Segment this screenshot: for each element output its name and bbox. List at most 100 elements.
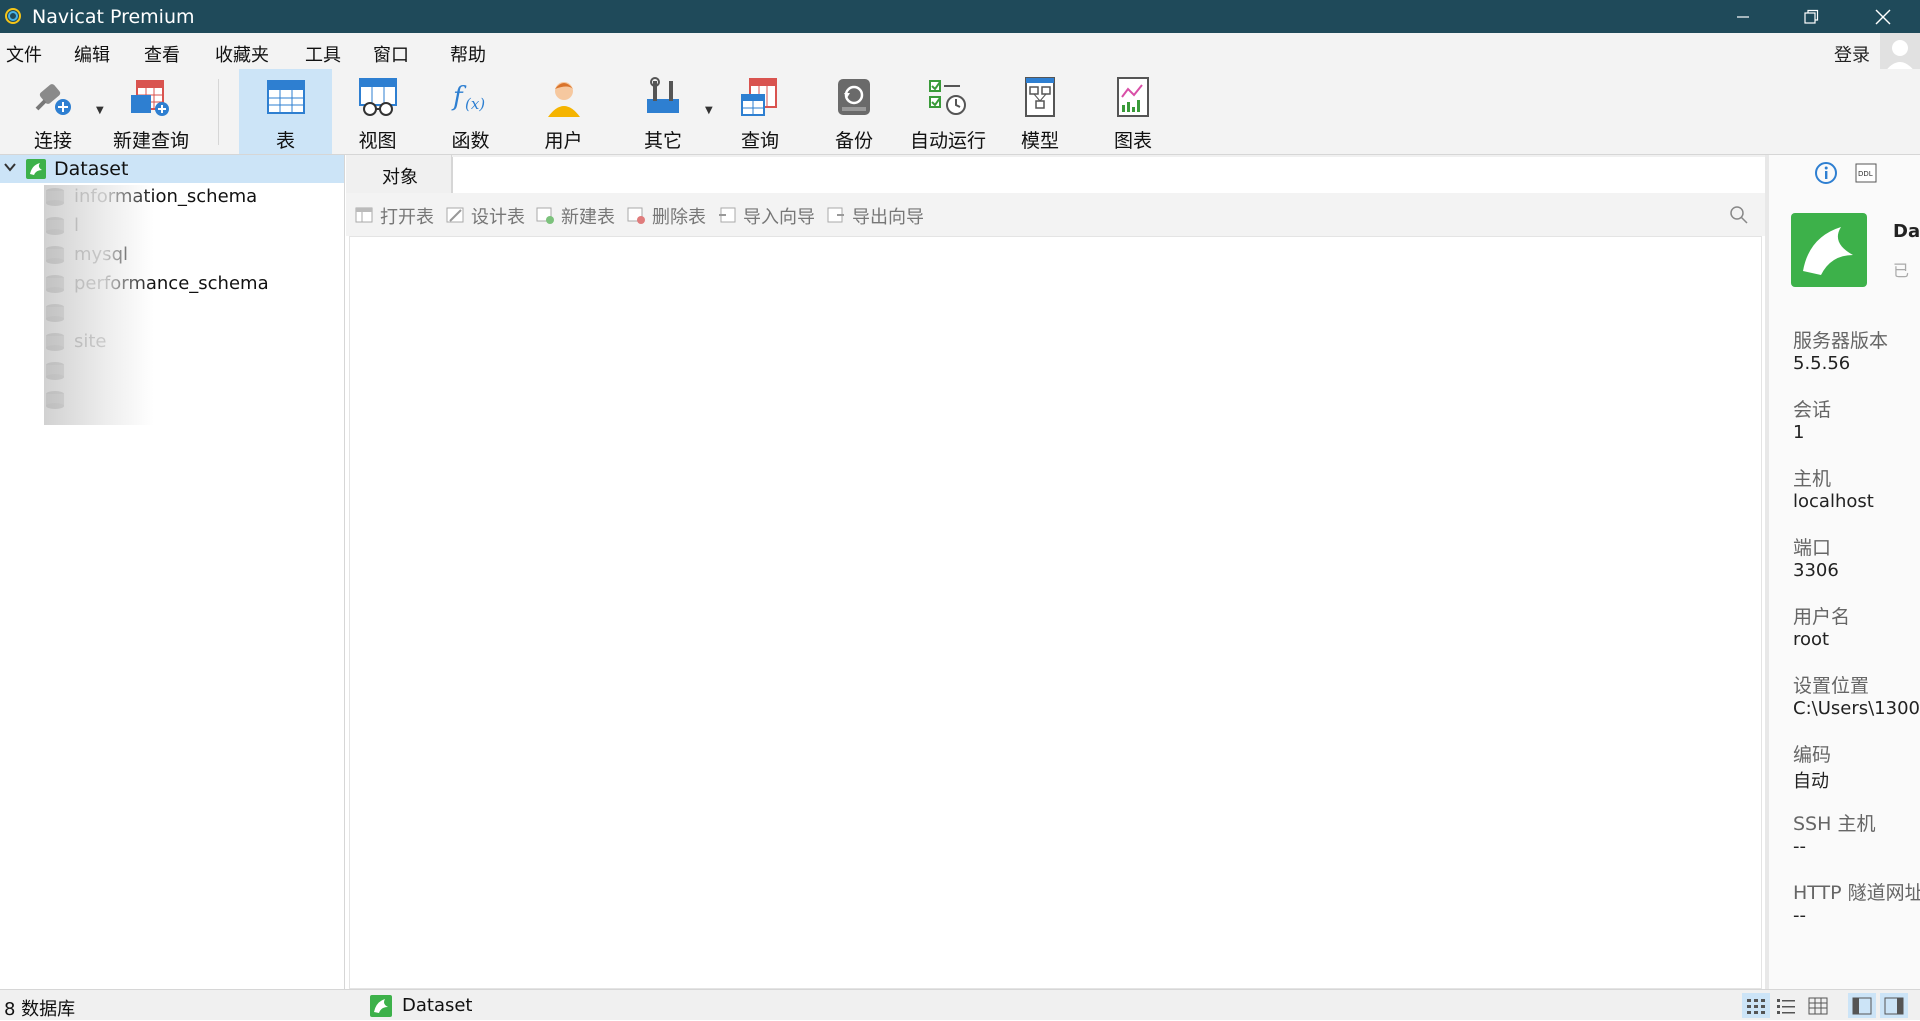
menu-favorites[interactable]: 收藏夹 — [215, 41, 269, 67]
database-count: 8 数据库 — [4, 999, 76, 1020]
delete-table-button[interactable]: 删除表 — [626, 203, 712, 228]
tools-icon — [647, 77, 679, 113]
object-list-area[interactable] — [349, 236, 1762, 989]
menu-edit[interactable]: 编辑 — [74, 41, 110, 67]
backup-label: 备份 — [834, 130, 873, 152]
new-table-button[interactable]: 新建表 — [535, 203, 621, 228]
close-icon — [1875, 9, 1891, 24]
other-label: 其它 — [643, 130, 682, 152]
grid-view-icon — [1747, 998, 1765, 1014]
model-button[interactable]: 模型 — [1002, 69, 1078, 154]
title-bar: Navicat Premium — [0, 0, 1920, 33]
view-label: 视图 — [358, 130, 397, 152]
toggle-info-pane-button[interactable] — [1880, 993, 1908, 1018]
close-button[interactable] — [1855, 0, 1911, 33]
menu-window[interactable]: 窗口 — [373, 41, 409, 67]
open-table-icon — [355, 207, 373, 223]
menu-tools[interactable]: 工具 — [305, 41, 341, 67]
list-view-button[interactable] — [1772, 993, 1800, 1018]
tab-strip: 对象 — [346, 155, 1765, 193]
chart-icon — [1117, 77, 1149, 117]
view-button[interactable]: 视图 — [340, 69, 415, 154]
new-query-icon — [131, 80, 169, 116]
function-label: 函数 — [451, 130, 490, 152]
connection-node[interactable]: Dataset — [0, 155, 344, 183]
other-button[interactable]: 其它 — [620, 69, 706, 154]
user-button[interactable]: 用户 — [526, 69, 601, 154]
import-wizard-button[interactable]: 导入向导 — [717, 203, 821, 228]
backup-button[interactable]: 备份 — [816, 69, 892, 154]
minimize-button[interactable] — [1715, 0, 1771, 33]
mysql-dolphin-icon — [1791, 213, 1867, 287]
info-label: 会话 — [1793, 399, 1832, 421]
toggle-nav-pane-button[interactable] — [1848, 993, 1876, 1018]
avatar[interactable] — [1880, 33, 1920, 73]
window-title: Navicat Premium — [32, 6, 195, 28]
status-bar: 8 数据库 Dataset — [0, 989, 1920, 1020]
ddl-icon[interactable]: DDL — [1855, 163, 1877, 183]
redaction-blur — [44, 185, 154, 425]
export-wizard-button[interactable]: 导出向导 — [826, 203, 930, 228]
design-table-label: 设计表 — [471, 207, 525, 228]
list-view-icon — [1777, 998, 1795, 1014]
chevron-down-icon[interactable] — [3, 160, 17, 174]
model-icon — [1025, 77, 1055, 117]
info-label: 服务器版本 — [1793, 330, 1889, 352]
new-query-label: 新建查询 — [112, 130, 189, 152]
query-label: 查询 — [740, 130, 779, 152]
user-avatar-icon — [1884, 40, 1916, 73]
info-value: -- — [1793, 836, 1806, 857]
login-link[interactable]: 登录 — [1834, 41, 1870, 67]
menu-bar: 文件 编辑 查看 收藏夹 工具 窗口 帮助 登录 — [0, 33, 1920, 69]
other-dropdown-icon[interactable]: ▼ — [705, 105, 713, 116]
open-table-button[interactable]: 打开表 — [354, 203, 440, 228]
automation-button[interactable]: 自动运行 — [906, 69, 990, 154]
info-connection-name: Da — [1893, 221, 1920, 242]
mysql-dolphin-icon — [26, 159, 46, 179]
user-label: 用户 — [544, 130, 583, 152]
chart-button[interactable]: 图表 — [1095, 69, 1171, 154]
info-value: localhost — [1793, 491, 1874, 512]
import-wizard-label: 导入向导 — [743, 207, 815, 228]
menu-view[interactable]: 查看 — [144, 41, 180, 67]
query-icon — [741, 78, 777, 116]
grid-view-button[interactable] — [1742, 993, 1770, 1018]
info-value: C:\Users\1300 — [1793, 698, 1920, 719]
info-connection-status: 已 — [1893, 261, 1910, 280]
user-icon — [547, 82, 580, 117]
navigation-pane: Dataset information_schema l mysql perfo… — [0, 155, 345, 989]
design-table-icon — [446, 207, 464, 223]
automation-icon — [929, 80, 966, 115]
status-connection-name: Dataset — [402, 995, 473, 1016]
info-icon[interactable] — [1814, 161, 1838, 185]
function-icon: f (x) — [451, 82, 485, 113]
connect-dropdown-icon[interactable]: ▼ — [96, 105, 104, 116]
left-pane-icon — [1852, 997, 1872, 1014]
connect-button[interactable]: 连接 — [14, 69, 92, 154]
query-button[interactable]: 查询 — [722, 69, 798, 154]
export-icon — [827, 207, 844, 223]
backup-icon — [838, 79, 870, 115]
search-icon[interactable] — [1729, 205, 1749, 225]
info-panel: DDL Da 已 服务器版本 5.5.56 会话 1 主机 localhost … — [1765, 155, 1920, 989]
menu-help[interactable]: 帮助 — [450, 41, 486, 67]
new-table-icon — [536, 207, 554, 224]
design-table-button[interactable]: 设计表 — [445, 203, 531, 228]
mysql-dolphin-icon — [370, 995, 392, 1017]
table-button[interactable]: 表 — [239, 69, 332, 154]
info-value: 5.5.56 — [1793, 353, 1851, 374]
automation-label: 自动运行 — [909, 130, 986, 152]
info-label: 编码 — [1793, 744, 1832, 766]
function-button[interactable]: f (x) 函数 — [433, 69, 508, 154]
info-label: SSH 主机 — [1793, 813, 1876, 835]
info-value: 1 — [1793, 422, 1805, 443]
new-query-button[interactable]: 新建查询 — [110, 69, 192, 154]
connection-name: Dataset — [54, 158, 129, 180]
menu-file[interactable]: 文件 — [6, 41, 42, 67]
tab-objects[interactable]: 对象 — [346, 155, 452, 193]
detail-view-button[interactable] — [1804, 993, 1832, 1018]
toolbar-separator — [218, 79, 219, 145]
object-toolbar: 打开表 设计表 新建表 删除表 导入向导 导出向导 — [346, 193, 1765, 236]
info-label: 端口 — [1793, 537, 1832, 559]
restore-button[interactable] — [1783, 0, 1839, 33]
